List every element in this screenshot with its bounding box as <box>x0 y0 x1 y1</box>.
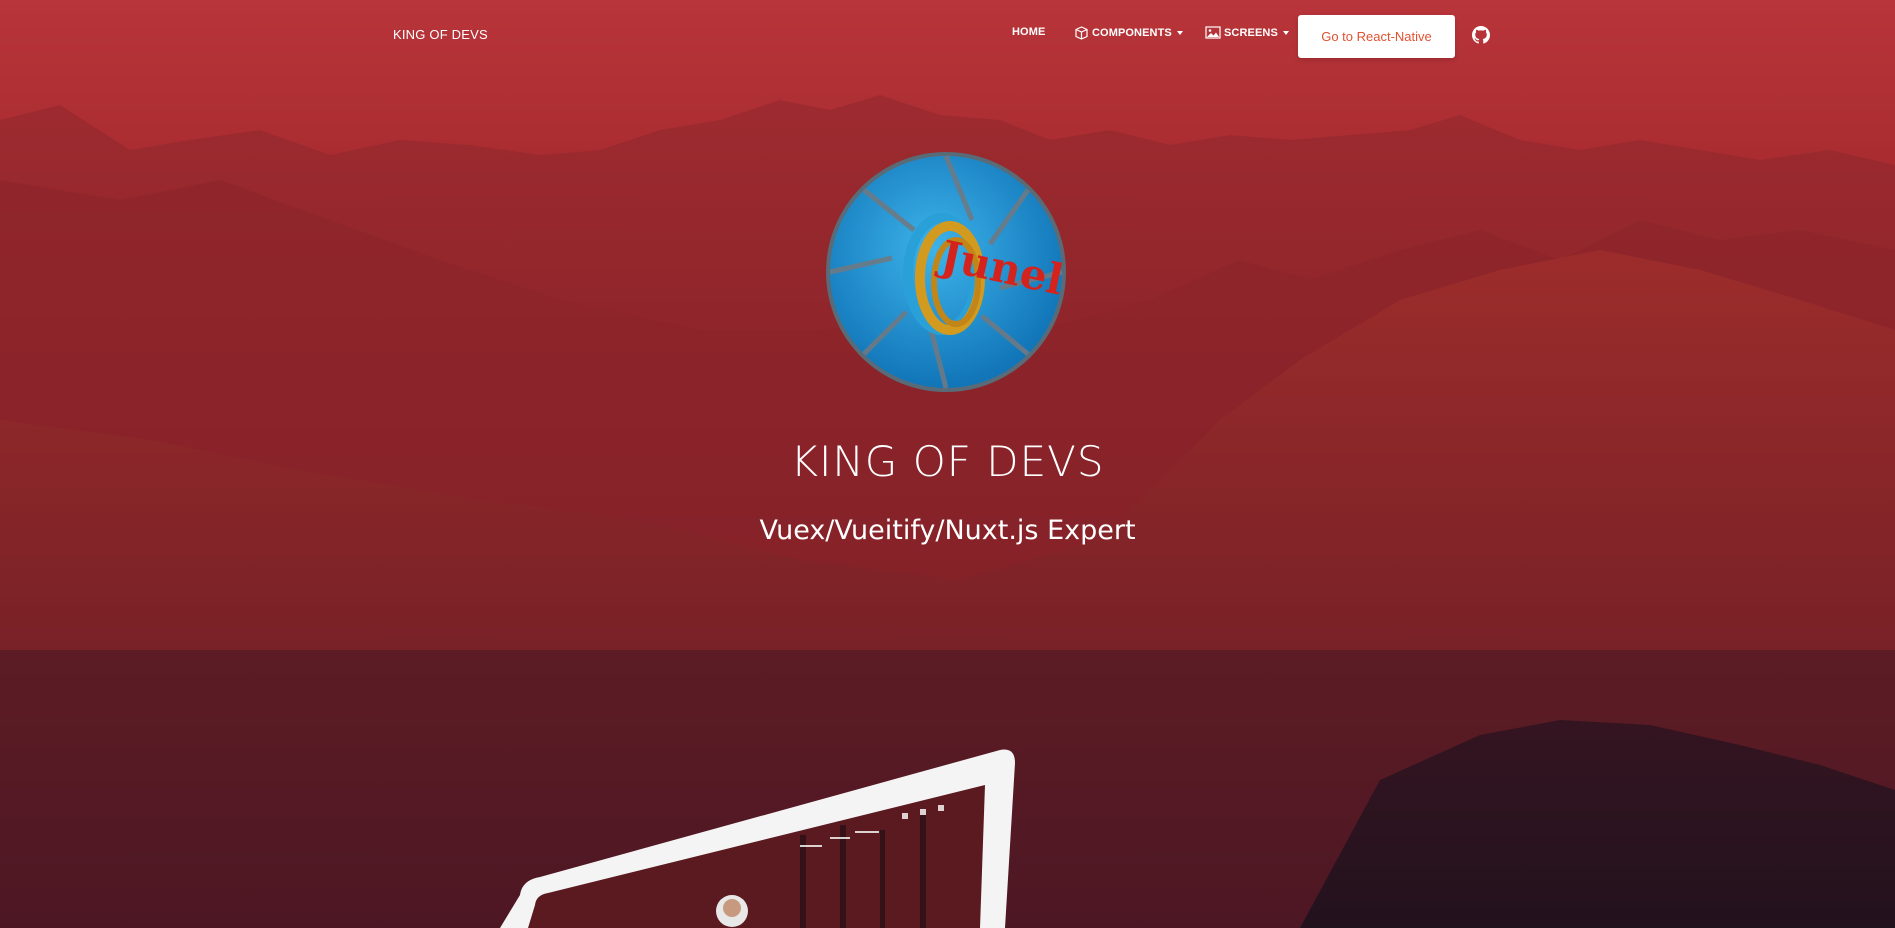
brand-link[interactable]: KING OF DEVS <box>393 27 488 42</box>
junel-logo: Junel <box>826 152 1068 392</box>
nav-item-label: SCREENS <box>1224 26 1278 39</box>
github-icon[interactable] <box>1472 26 1490 44</box>
nav-item-home[interactable]: HOME <box>1012 26 1045 38</box>
nav-item-components[interactable]: COMPONENTS <box>1074 26 1183 40</box>
hero-subtitle: Vuex/Vueitify/Nuxt.js Expert <box>759 515 1136 546</box>
cube-icon <box>1075 26 1088 40</box>
image-icon <box>1205 26 1221 39</box>
navbar: KING OF DEVS HOME COMPONENTS SCREENS Go … <box>0 0 1895 72</box>
caret-down-icon <box>1176 31 1183 35</box>
hero-title: KING OF DEVS <box>790 437 1105 486</box>
laptop-mockup <box>500 749 1015 928</box>
nav-item-screens[interactable]: SCREENS <box>1205 26 1289 39</box>
nav-item-label: COMPONENTS <box>1092 27 1172 39</box>
nav-item-label: HOME <box>1012 26 1046 38</box>
go-to-react-native-button[interactable]: Go to React-Native <box>1298 15 1455 58</box>
caret-down-icon <box>1282 30 1289 35</box>
